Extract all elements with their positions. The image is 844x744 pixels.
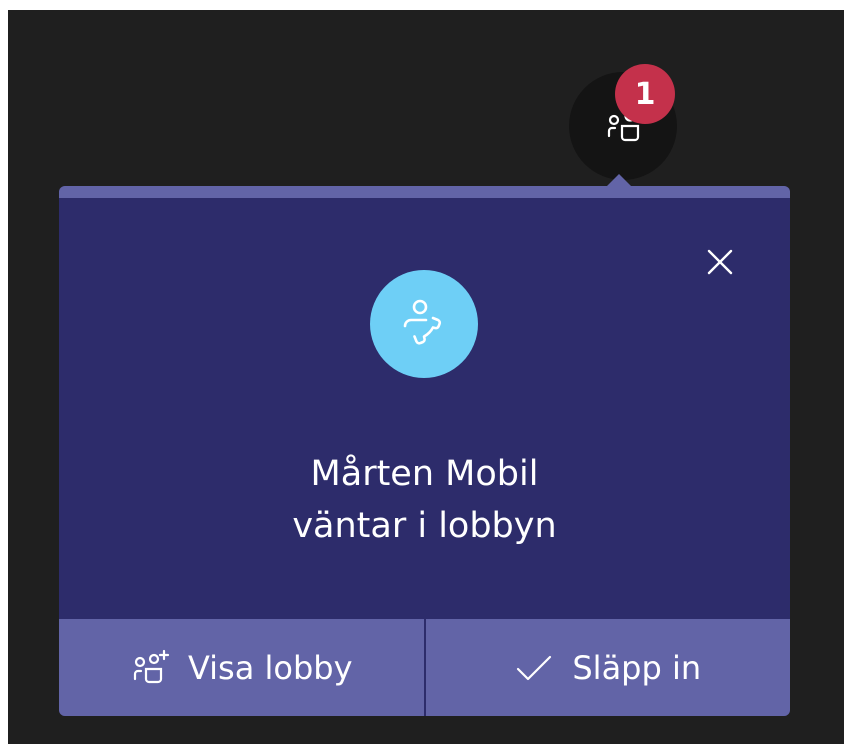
- close-button[interactable]: [692, 234, 748, 290]
- admit-label: Släpp in: [572, 648, 702, 687]
- phone-person-icon: [403, 299, 442, 345]
- popup-accent-bar: [59, 186, 790, 198]
- admit-button[interactable]: Släpp in: [423, 619, 791, 716]
- avatar: [370, 270, 478, 378]
- notification-badge: 1: [615, 64, 675, 124]
- lobby-notification: Mårten Mobil väntar i lobbyn Visa lobby …: [59, 186, 790, 716]
- checkmark-icon: [517, 655, 552, 680]
- participant-name: Mårten Mobil: [310, 454, 539, 494]
- action-bar: Visa lobby Släpp in: [59, 619, 790, 716]
- view-lobby-label: Visa lobby: [187, 648, 353, 687]
- view-lobby-button[interactable]: Visa lobby: [59, 619, 424, 716]
- add-participants-icon: [133, 649, 170, 683]
- lobby-message: Mårten Mobil väntar i lobbyn: [59, 448, 790, 552]
- lobby-status: väntar i lobbyn: [292, 506, 557, 546]
- close-icon: [707, 249, 733, 275]
